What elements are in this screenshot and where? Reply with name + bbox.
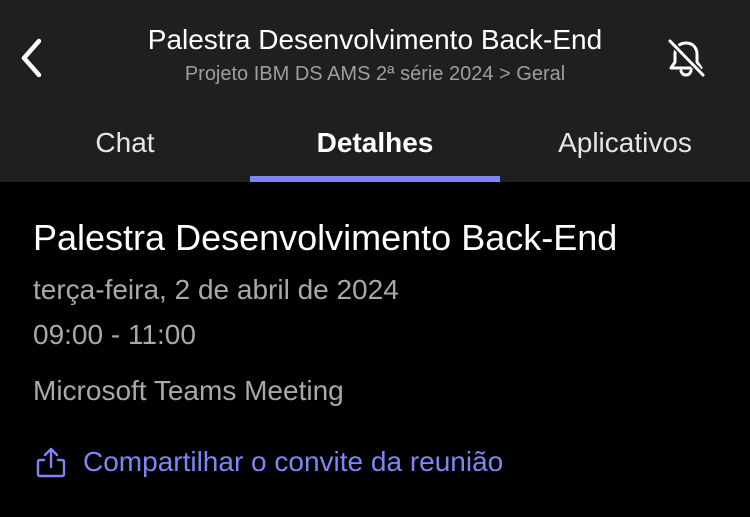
header-title-block: Palestra Desenvolvimento Back-End Projet…: [110, 22, 640, 88]
back-button[interactable]: [10, 32, 54, 84]
top-header: Palestra Desenvolvimento Back-End Projet…: [0, 0, 750, 182]
meeting-title: Palestra Desenvolvimento Back-End: [33, 217, 618, 258]
channel-title: Palestra Desenvolvimento Back-End: [147, 24, 603, 55]
tab-label: Aplicativos: [558, 127, 692, 158]
active-tab-indicator: [250, 176, 500, 182]
tab-aplicativos[interactable]: Aplicativos: [500, 112, 750, 182]
bell-off-icon: [667, 38, 706, 78]
tab-label: Chat: [95, 127, 155, 158]
share-icon: [33, 444, 69, 480]
meeting-date: terça-feira, 2 de abril de 2024: [33, 274, 399, 305]
meeting-type: Microsoft Teams Meeting: [33, 375, 344, 406]
chevron-left-icon: [21, 38, 42, 78]
tab-bar: Chat Detalhes Aplicativos: [0, 112, 750, 182]
meeting-details-screen: Palestra Desenvolvimento Back-End Projet…: [0, 0, 750, 517]
share-invite-label: Compartilhar o convite da reunião: [83, 446, 504, 477]
meeting-time: 09:00 - 11:00: [33, 319, 196, 350]
share-invite-button[interactable]: Compartilhar o convite da reunião: [33, 442, 503, 482]
channel-breadcrumb: Projeto IBM DS AMS 2ª série 2024 > Geral: [184, 63, 566, 85]
tab-chat[interactable]: Chat: [0, 112, 250, 182]
tab-label: Detalhes: [316, 127, 434, 158]
notifications-toggle-button[interactable]: [660, 34, 712, 82]
tab-detalhes[interactable]: Detalhes: [250, 112, 500, 182]
meeting-details: Palestra Desenvolvimento Back-End terça-…: [33, 214, 723, 409]
